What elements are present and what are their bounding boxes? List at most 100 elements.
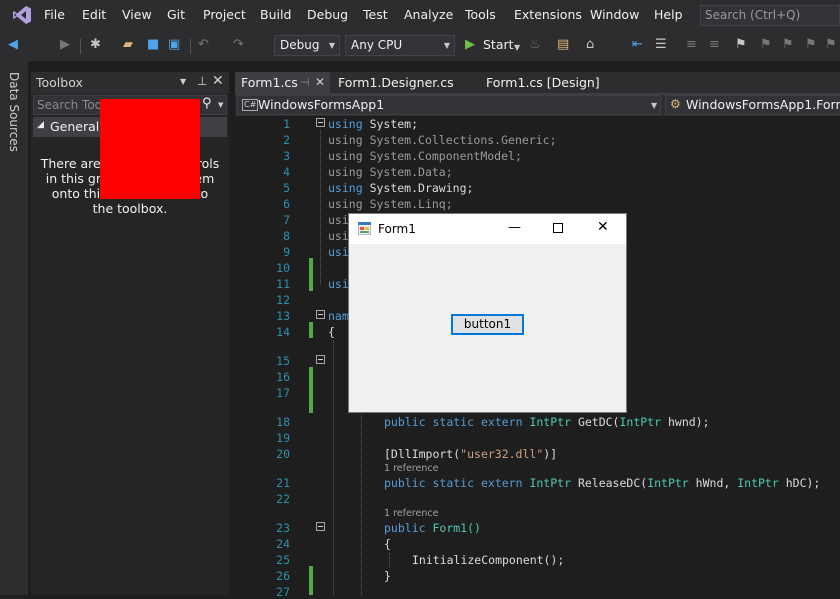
close-icon[interactable]: ✕ [315,75,325,89]
collapse-triangle-icon: ◢ [37,120,44,130]
collapse-icon[interactable] [316,355,325,364]
line-number: 3 [283,149,290,163]
chevron-down-icon: ▼ [328,41,335,50]
code-line: { [384,537,391,551]
platform-select[interactable]: Any CPU ▼ [345,35,455,56]
menu-build[interactable]: Build [260,7,291,22]
search-icon[interactable]: ⚲ [202,96,212,111]
maximize-icon[interactable] [553,223,563,233]
code-line: using System.ComponentModel; [328,149,522,163]
find-in-files-icon[interactable]: ▤ [557,37,569,53]
search-input[interactable]: Search (Ctrl+Q) [700,5,840,26]
minimize-icon[interactable]: — [508,220,521,235]
close-icon[interactable]: ✕ [212,73,224,89]
comment-icon[interactable]: ≡ [686,37,697,53]
line-number: 2 [283,133,290,147]
toolbar-separator [190,39,191,54]
code-line: InitializeComponent(); [412,553,565,567]
chevron-down-icon: ▼ [651,101,658,110]
pin-icon[interactable]: ⊣ [300,76,310,89]
line-number: 4 [283,165,290,179]
line-number: 8 [283,229,290,243]
tab-form1-designer-cs[interactable]: Form1.Designer.cs [338,75,454,90]
form1-title-bar[interactable]: Form1 — ✕ [349,214,626,244]
collapse-icon[interactable] [316,118,325,127]
line-number: 9 [283,245,290,259]
project-nav-select[interactable]: C# WindowsFormsApp1 ▼ [237,95,661,115]
clear-bookmarks-icon[interactable]: ⚑ [805,37,817,53]
menu-project[interactable]: Project [203,7,246,22]
chevron-down-icon[interactable]: ▼ [218,101,223,109]
bookmark-icon[interactable]: ⚑ [735,37,747,53]
uncomment-icon[interactable]: ≡ [709,37,720,53]
code-line: using System; [328,117,419,131]
line-number: 17 [276,386,290,400]
code-line: using System.Data; [328,165,453,179]
line-number: 23 [276,521,290,535]
bookmark-folder-icon[interactable]: ⚑ [825,37,837,53]
chevron-down-icon[interactable]: ▼ [514,40,520,56]
collapse-icon[interactable] [316,310,325,319]
collapse-icon[interactable] [316,522,325,531]
code-line: using System.Linq; [328,197,453,211]
close-icon[interactable]: ✕ [597,219,609,235]
prev-bookmark-icon[interactable]: ⚑ [760,37,772,53]
line-number: 24 [276,537,290,551]
menu-debug[interactable]: Debug [307,7,348,22]
align-icon[interactable]: ☰ [655,37,667,53]
menu-file[interactable]: File [44,7,65,22]
visual-studio-logo-icon[interactable] [12,5,32,25]
menu-tools[interactable]: Tools [465,7,496,22]
change-marker [309,258,313,291]
toolbar-separator [80,39,81,54]
menu-edit[interactable]: Edit [82,7,106,22]
indent-guide [389,553,390,567]
start-play-icon[interactable]: ▶ [465,37,475,53]
data-sources-tab[interactable]: Data Sources [4,72,24,152]
code-line: [DllImport("user32.dll")] [384,447,558,461]
line-number: 14 [276,325,290,339]
menu-help[interactable]: Help [654,7,683,22]
codelens-references[interactable]: 1 reference [384,508,438,519]
forward-icon[interactable]: ▶ [60,37,70,53]
button1[interactable]: button1 [451,314,524,335]
menu-window[interactable]: Window [590,7,639,22]
browser-link-icon[interactable]: ⌂ [586,37,594,53]
new-project-icon[interactable]: ✱ [90,37,101,53]
menu-extensions[interactable]: Extensions [514,7,582,22]
line-number: 19 [276,431,290,445]
indent-guide [333,340,334,595]
undo-icon[interactable]: ↶ [198,37,209,53]
hot-reload-icon[interactable]: ♨ [529,37,541,53]
menu-test[interactable]: Test [363,7,388,22]
solution-config-select[interactable]: Debug ▼ [274,35,340,56]
menu-view[interactable]: View [122,7,152,22]
menu-git[interactable]: Git [167,7,185,22]
back-icon[interactable]: ◀ [8,37,18,53]
redo-icon[interactable]: ↷ [233,37,244,53]
step-icon[interactable]: ⇤ [632,37,643,53]
menu-analyze[interactable]: Analyze [404,7,453,22]
save-all-icon[interactable]: ▣ [168,37,180,53]
line-number: 22 [276,492,290,506]
line-number: 12 [276,293,290,307]
line-number: 21 [276,476,290,490]
toolbox-title-bar: Toolbox ▼ ⊥ ✕ [31,72,229,94]
class-nav-select[interactable]: ⚙ WindowsFormsApp1.Form1 [665,95,840,115]
line-number: 1 [283,117,290,131]
code-line: using System.Drawing; [328,181,474,195]
code-line: usi [328,277,349,291]
chevron-down-icon[interactable]: ▼ [180,77,186,86]
next-bookmark-icon[interactable]: ⚑ [782,37,794,53]
start-button[interactable]: Start [483,37,514,53]
save-icon[interactable]: ■ [147,37,159,53]
pin-icon[interactable]: ⊥ [197,74,207,88]
tab-form1-design[interactable]: Form1.cs [Design] [486,75,600,90]
line-number: 5 [283,181,290,195]
line-number: 25 [276,553,290,567]
open-folder-icon[interactable]: ▰ [123,37,133,53]
menu-bar: File Edit View Git Project Build Debug T… [0,0,840,31]
codelens-references[interactable]: 1 reference [384,463,438,474]
code-line: usi [328,229,349,243]
tab-form1-cs[interactable]: Form1.cs ⊣ ✕ [235,72,330,94]
